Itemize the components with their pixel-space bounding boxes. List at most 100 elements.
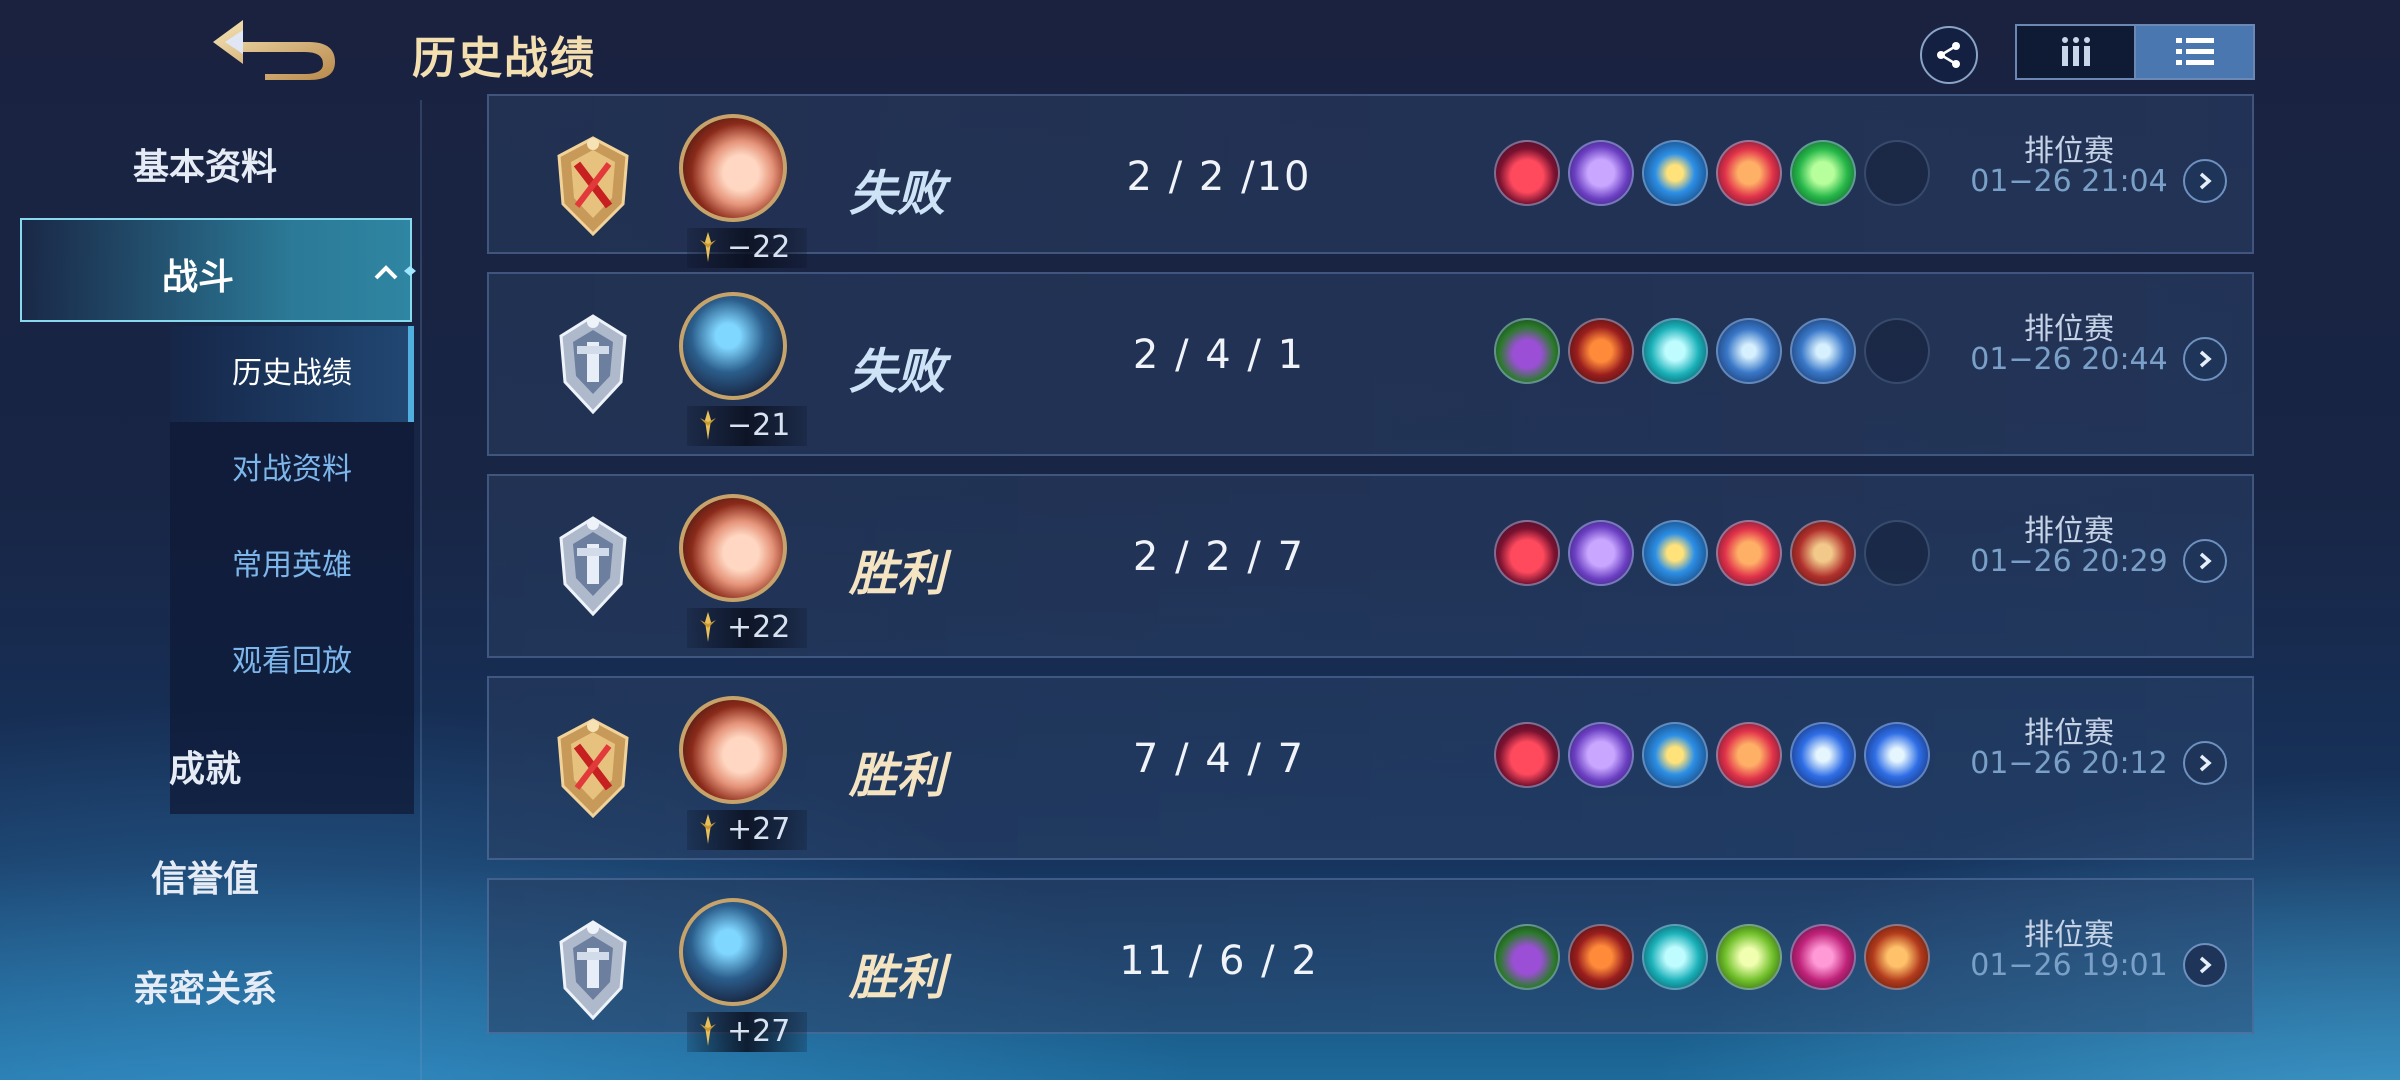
gold-crossed-badge-icon bbox=[557, 136, 629, 237]
sidebar-item-credit-score[interactable]: 信誉值 bbox=[0, 850, 410, 902]
kda: 2 / 2 /10 bbox=[1126, 154, 1312, 200]
hero-portrait bbox=[679, 292, 787, 400]
match-result: 胜利 bbox=[849, 748, 946, 804]
sidebar-item-battle[interactable]: 战斗 bbox=[20, 218, 416, 322]
match-detail-button[interactable] bbox=[2183, 539, 2227, 583]
match-row[interactable]: −21 失败 2 / 4 / 1 排位赛 01−26 20:44 bbox=[487, 272, 2254, 456]
teal-claw-item-icon bbox=[1642, 318, 1708, 384]
blue-blade-item-icon bbox=[1716, 318, 1782, 384]
match-time: 01−26 20:44 bbox=[1970, 342, 2168, 377]
match-row[interactable]: +27 胜利 7 / 4 / 7 排位赛 01−26 20:12 bbox=[487, 676, 2254, 860]
hero-portrait bbox=[679, 114, 787, 222]
item-build bbox=[1494, 722, 1930, 788]
fire-orb-item-icon bbox=[1716, 140, 1782, 206]
fire-orb-item-icon bbox=[1716, 520, 1782, 586]
empty-item-slot bbox=[1864, 318, 1930, 384]
purple-book-item-icon bbox=[1568, 140, 1634, 206]
silver-shield-badge-icon bbox=[559, 920, 627, 1021]
star-change: +27 bbox=[687, 1012, 807, 1052]
back-button[interactable] bbox=[205, 12, 340, 82]
star-icon bbox=[700, 232, 716, 262]
chevron-right-icon bbox=[2199, 552, 2212, 570]
red-axe-item-icon bbox=[1568, 318, 1634, 384]
red-armor-item-icon bbox=[1864, 924, 1930, 990]
kda: 11 / 6 / 2 bbox=[1119, 938, 1319, 984]
chevron-up-icon bbox=[374, 265, 416, 280]
item-build bbox=[1494, 318, 1930, 384]
red-axe-item-icon bbox=[1568, 924, 1634, 990]
submenu-item-battle-data[interactable]: 对战资料 bbox=[170, 422, 414, 518]
boots-red-item-icon bbox=[1494, 520, 1560, 586]
match-result: 失败 bbox=[849, 166, 946, 222]
share-icon bbox=[1937, 42, 1960, 68]
star-delta-value: +27 bbox=[727, 1014, 791, 1049]
star-change: −22 bbox=[687, 228, 807, 268]
match-time: 01−26 21:04 bbox=[1970, 164, 2168, 199]
share-button[interactable] bbox=[1920, 26, 1978, 84]
sidebar-item-basic-info[interactable]: 基本资料 bbox=[0, 138, 410, 190]
match-detail-button[interactable] bbox=[2183, 159, 2227, 203]
match-detail-button[interactable] bbox=[2183, 337, 2227, 381]
match-row[interactable]: +22 胜利 2 / 2 / 7 排位赛 01−26 20:29 bbox=[487, 474, 2254, 658]
sidebar-item-label: 战斗 bbox=[161, 256, 234, 298]
blue-trident-item-icon bbox=[1642, 520, 1708, 586]
match-row[interactable]: +27 胜利 11 / 6 / 2 排位赛 01−26 19:01 bbox=[487, 878, 2254, 1052]
star-delta-value: +27 bbox=[727, 812, 791, 847]
green-spear-item-icon bbox=[1716, 924, 1782, 990]
star-icon bbox=[700, 612, 716, 642]
blue-trident-item-icon bbox=[1642, 140, 1708, 206]
star-icon bbox=[700, 814, 716, 844]
submenu-item-match-history[interactable]: 历史战绩 bbox=[170, 326, 414, 422]
sidebar: 基本资料 战斗 历史战绩 对战资料 常用英雄 观看回放 成就 信誉值 亲密关系 bbox=[0, 100, 422, 1080]
item-build bbox=[1494, 924, 1930, 990]
chevron-right-icon bbox=[2199, 956, 2212, 974]
empty-item-slot bbox=[1864, 140, 1930, 206]
header: 历史战绩 bbox=[0, 0, 2400, 92]
boots-red-item-icon bbox=[1494, 140, 1560, 206]
blue-crystal-item-icon bbox=[1790, 722, 1856, 788]
star-change: +22 bbox=[687, 608, 807, 648]
star-icon bbox=[700, 410, 716, 440]
boots-green-item-icon bbox=[1494, 318, 1560, 384]
kda: 7 / 4 / 7 bbox=[1132, 736, 1306, 782]
chevron-right-icon bbox=[2199, 350, 2212, 368]
magenta-wing-item-icon bbox=[1790, 924, 1856, 990]
star-change: +27 bbox=[687, 810, 807, 850]
rank-badge bbox=[547, 312, 639, 416]
submenu-item-watch-replay[interactable]: 观看回放 bbox=[170, 614, 414, 710]
match-time: 01−26 20:29 bbox=[1970, 544, 2168, 579]
star-delta-value: +22 bbox=[727, 610, 791, 645]
active-indicator bbox=[408, 326, 414, 422]
page-title: 历史战绩 bbox=[412, 33, 596, 84]
grid-view-button[interactable] bbox=[2017, 26, 2136, 78]
submenu-item-common-heroes[interactable]: 常用英雄 bbox=[170, 518, 414, 614]
match-row[interactable]: −22 失败 2 / 2 /10 排位赛 01−26 21:04 bbox=[487, 94, 2254, 268]
red-tome-item-icon bbox=[1790, 520, 1856, 586]
hero-portrait bbox=[679, 696, 787, 804]
list-view-button[interactable] bbox=[2136, 26, 2253, 78]
silver-shield-badge-icon bbox=[559, 516, 627, 617]
match-result: 胜利 bbox=[849, 950, 946, 1006]
empty-item-slot bbox=[1864, 520, 1930, 586]
silver-shield-badge-icon bbox=[559, 314, 627, 415]
chevron-right-icon bbox=[2199, 754, 2212, 772]
star-icon bbox=[700, 1016, 716, 1046]
list-view-icon bbox=[2175, 38, 2214, 65]
sidebar-item-achievements[interactable]: 成就 bbox=[0, 740, 410, 792]
match-result: 胜利 bbox=[849, 546, 946, 602]
boots-green-item-icon bbox=[1494, 924, 1560, 990]
purple-book-item-icon bbox=[1568, 520, 1634, 586]
kda: 2 / 2 / 7 bbox=[1132, 534, 1306, 580]
match-detail-button[interactable] bbox=[2183, 741, 2227, 785]
rank-badge bbox=[547, 716, 639, 820]
sidebar-item-relationships[interactable]: 亲密关系 bbox=[0, 960, 410, 1012]
chevron-right-icon bbox=[2199, 172, 2212, 190]
match-detail-button[interactable] bbox=[2183, 943, 2227, 987]
green-crystal-item-icon bbox=[1790, 140, 1856, 206]
rank-badge bbox=[547, 918, 639, 1022]
match-time: 01−26 19:01 bbox=[1970, 948, 2168, 983]
item-build bbox=[1494, 140, 1930, 206]
view-toggle bbox=[2015, 24, 2255, 80]
sidebar-divider bbox=[420, 100, 422, 1080]
teal-claw-item-icon bbox=[1642, 924, 1708, 990]
